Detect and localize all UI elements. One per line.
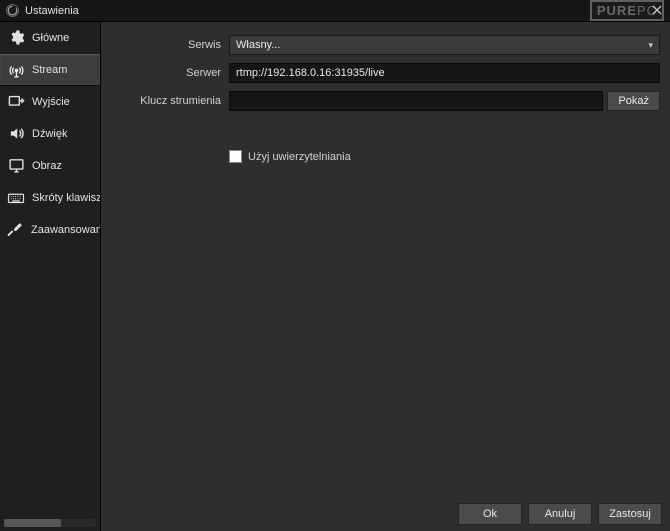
sidebar-item-label: Główne	[32, 32, 69, 44]
gear-icon	[7, 29, 25, 47]
sidebar-item-stream[interactable]: Stream	[0, 54, 100, 86]
stream-form: Serwis Własny... ▾ Serwer Klucz strumien…	[101, 22, 670, 163]
keyboard-icon	[7, 189, 25, 207]
row-server: Serwer	[101, 62, 660, 84]
ok-button[interactable]: Ok	[458, 503, 522, 525]
tools-icon	[7, 221, 24, 239]
output-icon	[7, 93, 25, 111]
apply-button[interactable]: Zastosuj	[598, 503, 662, 525]
row-streamkey: Klucz strumienia Pokaż	[101, 90, 660, 112]
server-input[interactable]	[229, 63, 660, 83]
auth-checkbox[interactable]	[229, 150, 242, 163]
content-pane: Serwis Własny... ▾ Serwer Klucz strumien…	[101, 22, 670, 531]
sidebar-item-general[interactable]: Główne	[0, 22, 100, 54]
cancel-button[interactable]: Anuluj	[528, 503, 592, 525]
sidebar-item-label: Zaawansowane	[31, 224, 100, 236]
app-icon	[6, 4, 19, 17]
sidebar-item-audio[interactable]: Dźwięk	[0, 118, 100, 150]
sidebar-item-label: Obraz	[32, 160, 62, 172]
row-service: Serwis Własny... ▾	[101, 34, 660, 56]
streamkey-label: Klucz strumienia	[101, 95, 229, 107]
chevron-down-icon: ▾	[648, 40, 653, 51]
speaker-icon	[7, 125, 25, 143]
sidebar-item-label: Skróty klawiszowe	[32, 192, 100, 204]
sidebar-item-label: Wyjście	[32, 96, 70, 108]
sidebar-scrollbar[interactable]	[4, 519, 96, 527]
sidebar-item-output[interactable]: Wyjście	[0, 86, 100, 118]
title-bar: Ustawienia	[0, 0, 670, 22]
auth-checkbox-label: Użyj uwierzytelniania	[248, 151, 351, 163]
sidebar-item-label: Dźwięk	[32, 128, 67, 140]
streamkey-input[interactable]	[229, 91, 603, 111]
sidebar-scrollbar-thumb[interactable]	[4, 519, 61, 527]
row-auth: Użyj uwierzytelniania	[229, 150, 660, 163]
sidebar-item-label: Stream	[32, 64, 67, 76]
service-label: Serwis	[101, 39, 229, 51]
service-dropdown[interactable]: Własny... ▾	[229, 35, 660, 55]
antenna-icon	[7, 61, 25, 79]
sidebar-item-advanced[interactable]: Zaawansowane	[0, 214, 100, 246]
monitor-icon	[7, 157, 25, 175]
sidebar: Główne Stream Wyjście Dźwięk Obraz	[0, 22, 101, 531]
show-key-button[interactable]: Pokaż	[607, 91, 660, 111]
close-button[interactable]	[647, 1, 667, 19]
server-label: Serwer	[101, 67, 229, 79]
service-value: Własny...	[236, 39, 280, 51]
sidebar-item-video[interactable]: Obraz	[0, 150, 100, 182]
window-body: Główne Stream Wyjście Dźwięk Obraz	[0, 22, 670, 531]
window-title: Ustawienia	[25, 5, 79, 17]
dialog-footer: Ok Anuluj Zastosuj	[458, 503, 662, 525]
sidebar-item-hotkeys[interactable]: Skróty klawiszowe	[0, 182, 100, 214]
